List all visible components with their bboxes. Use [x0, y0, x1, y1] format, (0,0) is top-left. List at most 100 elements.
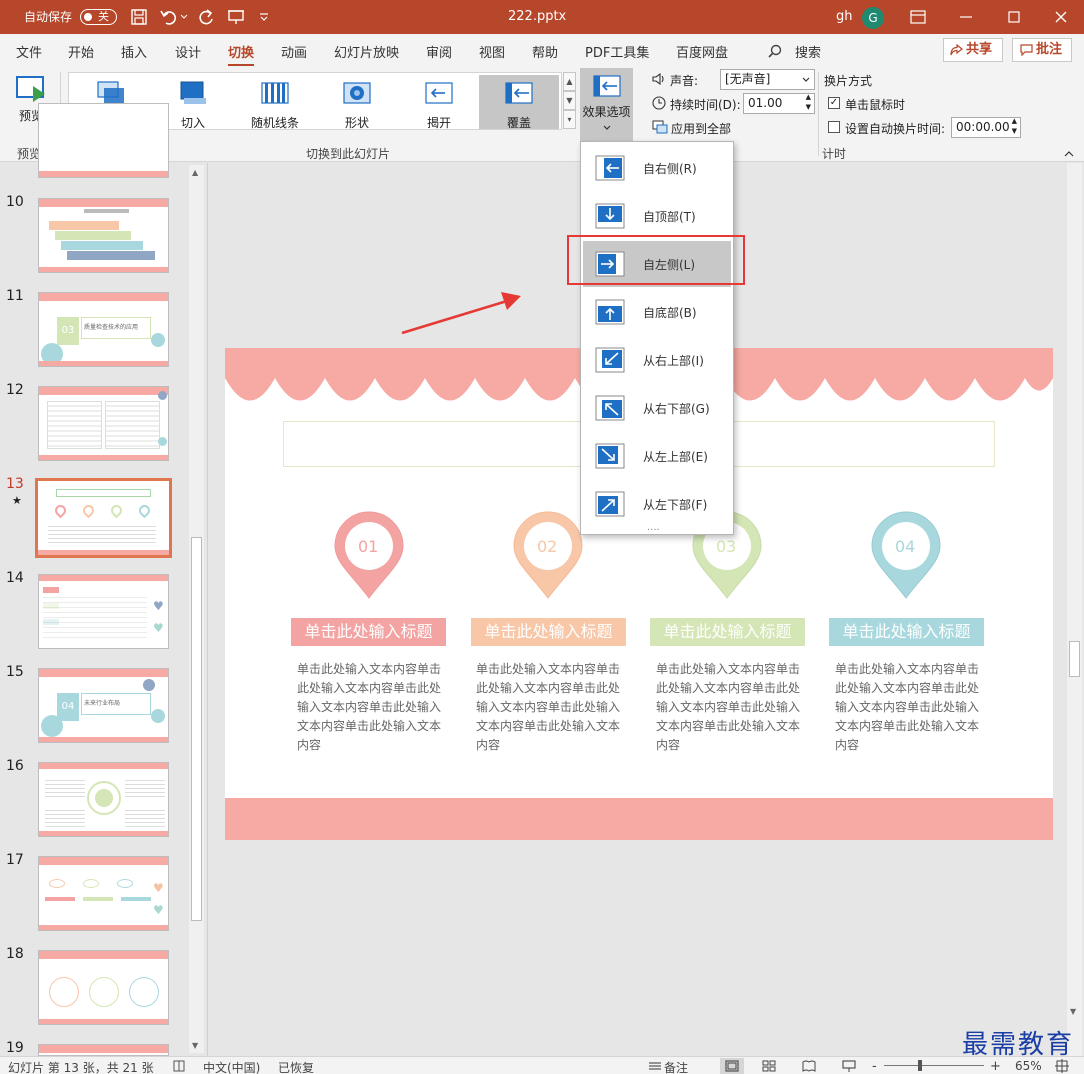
fit-to-window-icon[interactable]	[1055, 1059, 1069, 1073]
pin-icon	[871, 511, 941, 599]
slide-number-selected: 13	[6, 476, 24, 492]
transition-cover[interactable]: 覆盖	[479, 75, 559, 130]
notes-icon[interactable]	[648, 1061, 662, 1071]
group-divider	[818, 72, 819, 156]
effect-from-right[interactable]: 自右侧(R)	[583, 145, 731, 191]
slide-thumbnail[interactable]: 04 未来行业布局	[38, 668, 169, 743]
tab-file[interactable]: 文件	[16, 42, 42, 61]
cover-label: 覆盖	[506, 116, 531, 130]
maximize-icon[interactable]	[1008, 11, 1020, 23]
sound-select[interactable]: [无声音]	[720, 69, 815, 90]
gallery-expand[interactable]: ▾	[563, 110, 576, 129]
thumbnails-scroll-thumb[interactable]	[191, 537, 202, 921]
section-body-text[interactable]: 单击此处输入文本内容单击此处输入文本内容单击此处输入文本内容单击此处输入文本内容…	[835, 660, 985, 755]
tab-transitions[interactable]: 切换	[228, 42, 255, 67]
user-name[interactable]: gh	[836, 0, 853, 34]
slide-thumbnail[interactable]: 03 质量检查技术的应用	[38, 292, 169, 367]
thumbnails-scrollbar[interactable]: ▲ ▼	[189, 165, 204, 1053]
search-icon[interactable]	[768, 44, 782, 58]
comment-button[interactable]: 批注	[1012, 38, 1072, 62]
transition-random-bars[interactable]: 随机线条	[235, 75, 315, 130]
zoom-in-button[interactable]: +	[990, 1059, 1001, 1074]
tab-baidu-netdisk[interactable]: 百度网盘	[676, 42, 728, 61]
auto-advance-checkbox[interactable]	[828, 121, 840, 133]
scroll-down-icon[interactable]: ▼	[1070, 1007, 1076, 1016]
slide-thumbnail[interactable]	[38, 762, 169, 837]
minimize-icon[interactable]	[960, 16, 972, 18]
slide-thumbnail[interactable]	[38, 103, 169, 178]
share-button[interactable]: 共享	[943, 38, 1003, 62]
present-icon[interactable]	[228, 9, 244, 25]
section-heading[interactable]: 单击此处输入标题	[650, 618, 805, 646]
slide-sorter-icon[interactable]	[762, 1060, 776, 1072]
zoom-slider[interactable]	[884, 1060, 984, 1071]
scroll-down-icon[interactable]: ▼	[192, 1041, 198, 1050]
section-body-text[interactable]: 单击此处输入文本内容单击此处输入文本内容单击此处输入文本内容单击此处输入文本内容…	[656, 660, 806, 755]
save-icon[interactable]	[131, 9, 147, 25]
slide-thumbnail[interactable]	[38, 198, 169, 273]
section-heading[interactable]: 单击此处输入标题	[291, 618, 446, 646]
tab-help[interactable]: 帮助	[532, 42, 558, 61]
slide-thumbnail-selected[interactable]	[35, 478, 172, 558]
reading-view-icon[interactable]	[802, 1060, 816, 1072]
tab-home[interactable]: 开始	[68, 42, 94, 61]
undo-dropdown-icon[interactable]	[180, 13, 188, 21]
gallery-scroll-down[interactable]: ▼	[563, 91, 576, 110]
auto-advance-input[interactable]: 00:00.00 ▲ ▼	[951, 117, 1021, 138]
duration-stepper[interactable]: ▲ ▼	[806, 92, 811, 112]
section-heading[interactable]: 单击此处输入标题	[471, 618, 626, 646]
effect-from-bottom-right[interactable]: 从右下部(G)	[583, 385, 731, 431]
tab-animations[interactable]: 动画	[281, 42, 307, 61]
transition-shape[interactable]: 形状	[317, 75, 397, 130]
slide-thumbnail[interactable]	[38, 950, 169, 1025]
ribbon-display-icon[interactable]	[910, 10, 926, 24]
section-heading[interactable]: 单击此处输入标题	[829, 618, 984, 646]
tab-slideshow[interactable]: 幻灯片放映	[334, 42, 399, 61]
collapse-ribbon-icon[interactable]	[1064, 150, 1074, 157]
slide-count: 幻灯片 第 13 张，共 21 张	[8, 1061, 154, 1074]
auto-advance-stepper[interactable]: ▲ ▼	[1012, 116, 1017, 136]
undo-icon[interactable]	[160, 9, 178, 25]
slide-thumbnail[interactable]: ♥ ♥	[38, 574, 169, 649]
customize-toolbar-icon[interactable]	[259, 12, 269, 22]
tab-design[interactable]: 设计	[175, 42, 201, 61]
effect-options-button[interactable]: 效果选项	[580, 68, 633, 142]
slide-thumbnail[interactable]	[38, 386, 169, 461]
zoom-level[interactable]: 65%	[1015, 1059, 1042, 1073]
tab-view[interactable]: 视图	[479, 42, 505, 61]
scroll-up-icon[interactable]: ▲	[192, 168, 198, 177]
effect-from-top[interactable]: 自顶部(T)	[583, 193, 731, 239]
tab-insert[interactable]: 插入	[121, 42, 147, 61]
section-body-text[interactable]: 单击此处输入文本内容单击此处输入文本内容单击此处输入文本内容单击此处输入文本内容…	[476, 660, 626, 755]
effect-from-bottom[interactable]: 自底部(B)	[583, 289, 731, 335]
canvas-scroll-thumb[interactable]	[1069, 641, 1080, 677]
on-click-checkbox[interactable]: ✓	[828, 97, 840, 109]
close-icon[interactable]	[1055, 11, 1067, 23]
notes-button[interactable]: 备注	[664, 1059, 688, 1074]
slide-thumbnail[interactable]	[38, 1044, 169, 1056]
search-label[interactable]: 搜索	[795, 42, 821, 61]
accessibility-icon[interactable]	[173, 1060, 185, 1072]
redo-icon[interactable]	[198, 9, 216, 25]
zoom-slider-thumb[interactable]	[918, 1060, 922, 1071]
effect-from-top-left[interactable]: 从左上部(E)	[583, 433, 731, 479]
normal-view-button[interactable]	[720, 1058, 744, 1074]
tab-review[interactable]: 审阅	[426, 42, 452, 61]
slideshow-view-icon[interactable]	[842, 1060, 856, 1072]
effect-options-chevron-icon	[603, 125, 610, 130]
avatar[interactable]: G	[862, 7, 884, 29]
effect-from-top-right[interactable]: 从右上部(I)	[583, 337, 731, 383]
transition-uncover[interactable]: 揭开	[399, 75, 479, 130]
apply-all-button[interactable]: 应用到全部	[671, 120, 731, 137]
section-body-text[interactable]: 单击此处输入文本内容单击此处输入文本内容单击此处输入文本内容单击此处输入文本内容…	[297, 660, 447, 755]
zoom-out-button[interactable]: -	[872, 1059, 877, 1074]
tab-pdf-tools[interactable]: PDF工具集	[585, 42, 649, 61]
duration-input[interactable]: 01.00 ▲ ▼	[743, 93, 815, 114]
language-indicator[interactable]: 中文(中国)	[203, 1059, 260, 1074]
gallery-scroll-up[interactable]: ▲	[563, 72, 576, 91]
pin-icon	[513, 511, 583, 599]
autosave-toggle[interactable]: 关	[80, 9, 117, 25]
slide-thumbnail[interactable]: ♥ ♥	[38, 856, 169, 931]
effect-from-bottom-left[interactable]: 从左下部(F)	[583, 481, 731, 527]
canvas-scrollbar[interactable]: ▼	[1067, 163, 1082, 1056]
